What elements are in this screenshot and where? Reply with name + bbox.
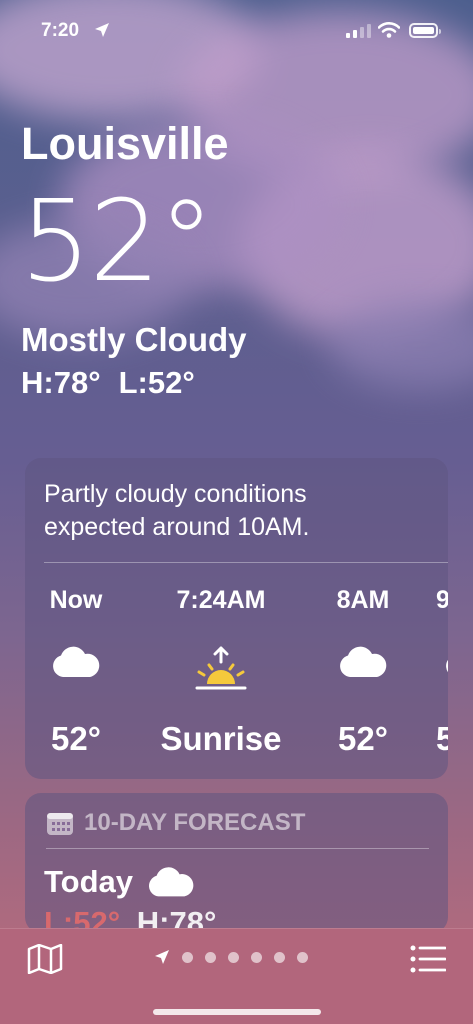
cloud-icon [444, 646, 448, 678]
cloud-icon [149, 867, 194, 897]
location-arrow-icon [95, 23, 109, 37]
city-name: Louisville [21, 118, 229, 169]
divider [46, 848, 429, 849]
low-temp: L:52° [118, 365, 195, 400]
hour-label: 9AM [436, 586, 448, 614]
ten-day-forecast-card[interactable]: 10-DAY FORECAST Today L:52° H:78° [25, 793, 448, 933]
status-time: 7:20 [41, 20, 80, 41]
high-low: H:78° L:52° [21, 365, 195, 401]
status-bar: 7:20 [0, 0, 473, 62]
page-dot[interactable] [228, 951, 239, 963]
current-condition: Mostly Cloudy [21, 321, 247, 358]
ten-day-header: 10-DAY FORECAST [46, 809, 305, 837]
hour-label: 8AM [336, 586, 390, 614]
list-icon[interactable] [410, 945, 446, 973]
cloud-icon [44, 646, 108, 678]
hour-item: 7:24AM Sunrise [156, 586, 286, 757]
hour-label: 7:24AM [176, 586, 266, 614]
home-indicator [153, 1009, 321, 1015]
high-temp: H:78° [21, 365, 101, 400]
page-dot[interactable] [297, 951, 308, 963]
page-dot[interactable] [182, 951, 193, 963]
calendar-icon [47, 813, 73, 835]
hour-value: Sunrise [160, 720, 282, 757]
forecast-summary: Partly cloudy conditions expected around… [44, 480, 310, 541]
hour-value: 52° [338, 720, 388, 757]
cellular-signal-icon [346, 24, 371, 38]
bottom-toolbar [0, 928, 473, 1024]
page-dot[interactable] [251, 951, 262, 963]
hour-item: 9AM 57° [436, 586, 448, 757]
divider [44, 562, 448, 563]
page-indicator[interactable] [154, 949, 308, 965]
page-dot[interactable] [274, 951, 285, 963]
hour-value: 57° [436, 720, 448, 757]
sunrise-icon [156, 646, 286, 690]
battery-icon [409, 23, 441, 38]
forecast-row[interactable]: Today [44, 864, 195, 900]
hour-item: 8AM 52° [329, 586, 397, 757]
cloud-icon [329, 646, 397, 678]
wifi-icon [378, 22, 400, 38]
current-temperature: 52° [20, 177, 215, 307]
hour-value: 52° [51, 720, 101, 757]
map-icon[interactable] [27, 944, 63, 974]
ten-day-title: 10-DAY FORECAST [84, 809, 306, 836]
page-dot[interactable] [205, 951, 216, 963]
hour-item: Now 52° [44, 586, 108, 757]
hour-label: Now [49, 586, 103, 614]
forecast-day: Today [44, 864, 133, 899]
location-arrow-icon [155, 950, 169, 964]
hourly-forecast-card[interactable]: Partly cloudy conditions expected around… [25, 458, 448, 779]
